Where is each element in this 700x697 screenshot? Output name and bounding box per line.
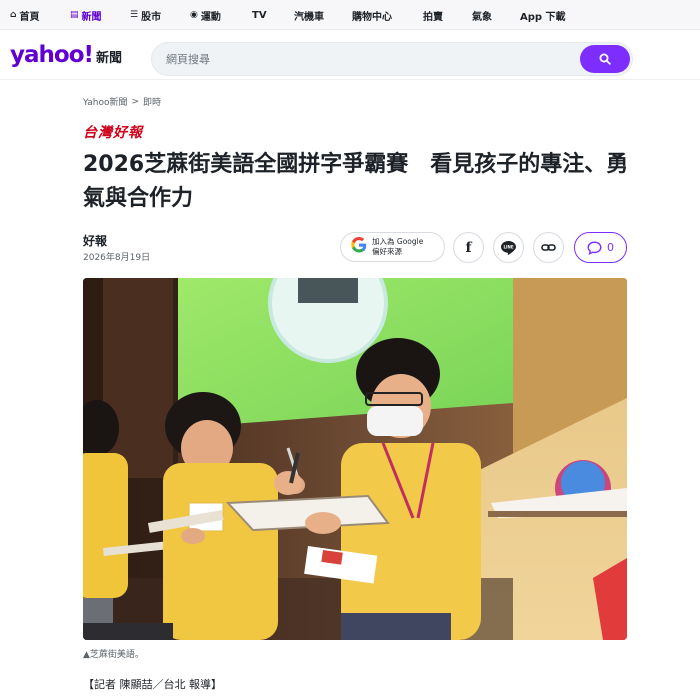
facebook-icon: f — [465, 239, 472, 256]
nav-item-label: App 下載 — [520, 11, 566, 23]
nav-item-label: 汽機車 — [294, 11, 324, 23]
add-google-preferred-source-button[interactable]: 加入為 Google 偏好來源 — [340, 232, 445, 262]
search-icon — [599, 53, 611, 65]
article-date: 2026年8月19日 — [83, 253, 151, 263]
article-byline: 【記者 陳顯喆／台北 報導】 — [83, 678, 222, 691]
nav-item-link-4[interactable]: TV — [252, 0, 267, 30]
stock-icon: ☰ — [130, 10, 139, 20]
home-icon: ⌂ — [10, 10, 17, 20]
comment-count: 0 — [607, 241, 614, 254]
article-author[interactable]: 好報 — [83, 232, 107, 249]
facebook-share-button[interactable]: f — [453, 232, 484, 263]
nav-item-label: 新聞 — [81, 11, 102, 23]
nav-item-label: TV — [252, 9, 267, 21]
spelling-bee-photo — [83, 278, 627, 640]
nav-item-link-8[interactable]: 氣象 — [472, 0, 492, 30]
yahoo-logo-text: yahoo! — [10, 42, 94, 68]
nav-item-link-7[interactable]: 拍賣 — [423, 0, 443, 30]
line-share-button[interactable]: LINE — [493, 232, 524, 263]
article-title: 2026芝蔴街美語全國拼字爭霸賽 看見孩子的專注、勇氣與合作力 — [83, 152, 629, 211]
link-icon — [541, 244, 556, 251]
nav-item-link-6[interactable]: 購物中心 — [352, 0, 392, 30]
nav-item-news[interactable]: ▤ 新聞 — [70, 0, 102, 30]
nav-item-label: 股市 — [141, 11, 162, 23]
nav-item-link-9[interactable]: App 下載 — [520, 0, 566, 30]
nav-item-label: 氣象 — [472, 11, 492, 23]
yahoo-news-logo[interactable]: yahoo! 新聞 — [10, 44, 122, 67]
nav-item-stock[interactable]: ☰ 股市 — [130, 0, 161, 30]
top-navigation: ⌂ 首頁 ▤ 新聞 ☰ 股市 ◉ 運動 TV 汽機車 購物中心 拍賣 氣象 App 下載 — [0, 0, 700, 30]
comments-button[interactable]: 0 — [574, 232, 627, 263]
nav-item-label: 拍賣 — [423, 11, 443, 23]
nav-item-home[interactable]: ⌂ 首頁 — [10, 0, 39, 30]
breadcrumb-item-latest[interactable]: 即時 — [143, 95, 161, 108]
search-button[interactable] — [580, 45, 630, 73]
breadcrumb-item-news[interactable]: Yahoo新聞 — [83, 95, 128, 108]
comment-icon — [587, 240, 602, 255]
search-input[interactable] — [166, 43, 566, 75]
google-icon — [351, 237, 367, 257]
svg-text:LINE: LINE — [503, 244, 513, 249]
nav-item-sports[interactable]: ◉ 運動 — [190, 0, 221, 30]
news-icon: ▤ — [70, 10, 79, 20]
line-icon: LINE — [501, 240, 516, 255]
copy-link-button[interactable] — [533, 232, 564, 263]
news-logo-text: 新聞 — [95, 51, 122, 66]
google-source-label: 加入為 Google 偏好來源 — [372, 237, 423, 257]
image-caption: ▲芝蔴街美語。 — [83, 650, 144, 660]
breadcrumb-separator: > — [131, 96, 140, 107]
search-box — [151, 42, 633, 76]
breadcrumb: Yahoo新聞 > 即時 — [83, 95, 161, 109]
site-header: yahoo! 新聞 — [0, 30, 700, 80]
publisher-logo[interactable]: 台灣好報 — [83, 122, 143, 142]
nav-item-label: 購物中心 — [352, 11, 392, 23]
google-source-line1: 加入為 Google — [372, 237, 424, 246]
nav-item-label: 運動 — [200, 11, 221, 23]
google-source-line2: 偏好來源 — [372, 247, 402, 256]
article-hero-image — [83, 278, 627, 640]
nav-item-label: 首頁 — [19, 11, 40, 23]
nav-item-link-5[interactable]: 汽機車 — [294, 0, 324, 30]
sports-icon: ◉ — [190, 10, 198, 20]
